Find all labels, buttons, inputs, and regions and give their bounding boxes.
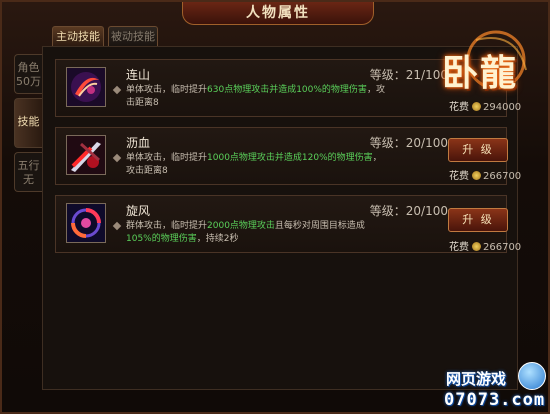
skill-level: 等级：20/100: [369, 204, 448, 218]
cost-label: 花费: [449, 242, 469, 253]
skill-name: 沥血: [126, 136, 151, 150]
coin-icon: [472, 171, 481, 180]
cost-value: 266700: [483, 242, 522, 253]
side-tab-skills-label: 技能: [17, 115, 40, 128]
skill-level: 等级：20/100: [369, 136, 448, 150]
site-watermark: 网页游戏 07073.com: [434, 362, 550, 414]
skill-name: 旋风: [126, 204, 151, 218]
upgrade-button[interactable]: 升 级: [448, 208, 508, 232]
side-tab-five-label: 五行: [17, 159, 40, 172]
skill-window: 人物属性 主动技能 被动技能 角色 50万 技能 五行 无 连山 等级：21/1…: [0, 0, 550, 414]
cost-value: 266700: [483, 171, 522, 182]
coin-icon: [472, 242, 481, 251]
desc-highlight: 630点物理攻击并造成: [207, 85, 297, 95]
side-tab-skills[interactable]: 技能: [14, 98, 42, 148]
skill-name: 连山: [126, 68, 151, 82]
desc-text: 且每秒对周围目标造成: [274, 221, 365, 231]
blood-blade-icon[interactable]: [66, 135, 106, 175]
skill-description: 单体攻击，临时提升630点物理攻击并造成100%的物理伤害，攻击距离8: [112, 84, 388, 110]
tab-active-skills[interactable]: 主动技能: [52, 26, 104, 46]
window-title: 人物属性: [182, 2, 374, 25]
logo-text: 卧龍: [441, 52, 518, 94]
desc-text: 群体攻击，临时提升: [126, 221, 208, 231]
diamond-bullet-icon: [112, 221, 122, 231]
skill-row: 沥血 等级：20/100 单体攻击，临时提升1000点物理攻击并造成120%的物…: [55, 127, 507, 185]
desc-highlight: 105%的物理伤害: [126, 234, 197, 244]
desc-text: 单体攻击，临时提升: [126, 85, 208, 95]
skill-description: 群体攻击，临时提升2000点物理攻击且每秒对周围目标造成 105%的物理伤害，持续…: [112, 220, 388, 246]
side-tab-five-value: 无: [23, 173, 34, 186]
upgrade-button[interactable]: 升 级: [448, 138, 508, 162]
desc-text: ，持续2秒: [196, 234, 239, 244]
side-tab-role-value: 50万: [16, 75, 41, 88]
mascot-icon: [518, 362, 546, 390]
desc-highlight: 2000点物理攻击: [207, 221, 275, 231]
desc-text: 单体攻击，临时提升: [126, 153, 208, 163]
watermark-top: 网页游戏: [446, 370, 507, 388]
desc-highlight: 120%的物理伤害: [301, 153, 373, 163]
desc-highlight: 100%的物理伤害: [296, 85, 367, 95]
whirlwind-icon[interactable]: [66, 203, 106, 243]
game-logo: 卧龍: [426, 30, 538, 100]
side-tab-five-elements[interactable]: 五行 无: [14, 152, 42, 192]
tab-passive-skills[interactable]: 被动技能: [108, 26, 158, 46]
side-tab-role[interactable]: 角色 50万: [14, 54, 42, 94]
watermark-bottom: 07073.com: [444, 390, 546, 410]
cost-label: 花费: [449, 102, 469, 113]
desc-highlight: 1000点物理攻击并造成: [207, 153, 302, 163]
side-tab-role-label: 角色: [17, 61, 40, 74]
skill-description: 单体攻击，临时提升1000点物理攻击并造成120%的物理伤害，攻击距离8: [112, 152, 388, 178]
crescent-slash-icon[interactable]: [66, 67, 106, 107]
skill-row: 旋风 等级：20/100 群体攻击，临时提升2000点物理攻击且每秒对周围目标造…: [55, 195, 507, 253]
coin-icon: [472, 102, 481, 111]
diamond-bullet-icon: [112, 85, 122, 95]
cost-label: 花费: [449, 171, 469, 182]
skill-cost: 花费 266700: [449, 167, 521, 182]
diamond-bullet-icon: [112, 153, 122, 163]
skill-cost: 花费 294000: [449, 98, 521, 113]
skill-cost: 花费 266700: [449, 238, 521, 253]
cost-value: 294000: [483, 102, 522, 113]
